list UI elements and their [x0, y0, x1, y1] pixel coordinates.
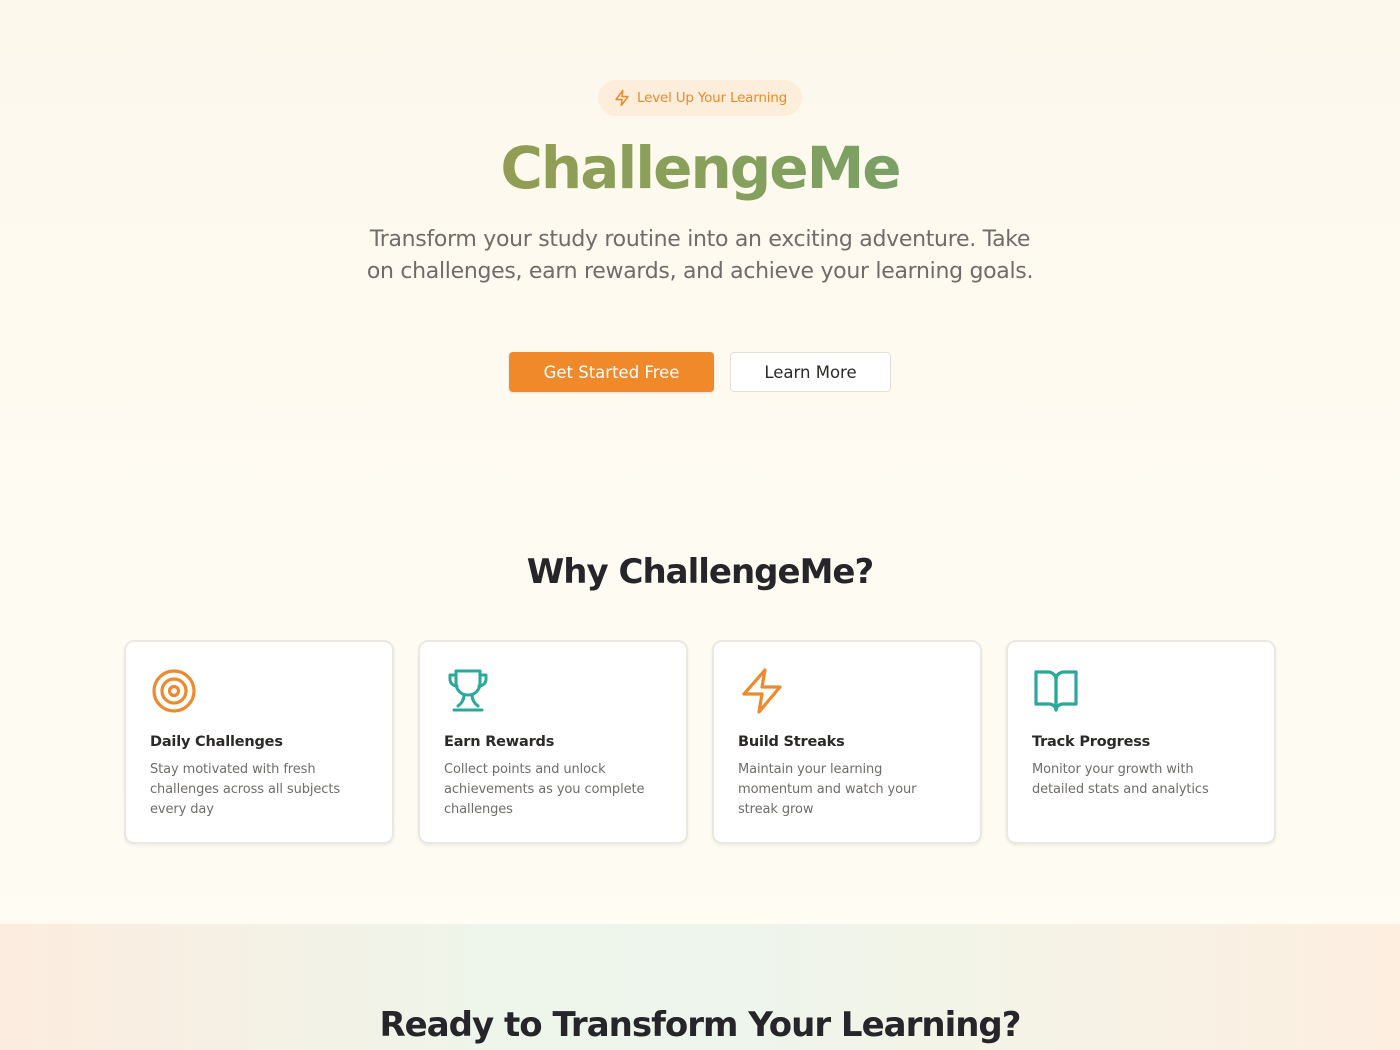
hero-subtitle: Transform your study routine into an exc…: [366, 227, 1034, 284]
lightning-icon: [613, 89, 631, 107]
feature-card-daily-challenges: Daily Challenges Stay motivated with fre…: [124, 640, 394, 844]
feature-card-build-streaks: Build Streaks Maintain your learning mom…: [712, 640, 982, 844]
hero-title: ChallengeMe: [0, 132, 1400, 204]
feature-card-title: Track Progress: [1032, 734, 1151, 750]
target-icon: [150, 666, 200, 716]
cta-heading: Ready to Transform Your Learning?: [379, 1005, 1022, 1045]
book-icon: [1032, 666, 1082, 716]
feature-card-title: Build Streaks: [738, 734, 845, 750]
feature-card-description: Monitor your growth with detailed stats …: [1032, 762, 1209, 797]
trophy-icon: [444, 666, 494, 716]
features-heading: Why ChallengeMe?: [526, 552, 874, 592]
learn-more-button[interactable]: Learn More: [730, 352, 891, 392]
get-started-button[interactable]: Get Started Free: [509, 352, 714, 392]
hero-badge-label: Level Up Your Learning: [637, 90, 787, 106]
feature-card-track-progress: Track Progress Monitor your growth with …: [1006, 640, 1276, 844]
hero-section: Level Up Your Learning ChallengeMe Trans…: [0, 0, 1400, 500]
hero-badge: Level Up Your Learning: [598, 80, 802, 116]
feature-card-description: Maintain your learning momentum and watc…: [738, 762, 917, 817]
cta-section: Ready to Transform Your Learning?: [0, 924, 1400, 1050]
feature-card-title: Daily Challenges: [150, 734, 283, 750]
feature-card-description: Collect points and unlock achievements a…: [444, 762, 645, 817]
feature-card-title: Earn Rewards: [444, 734, 555, 750]
feature-card-description: Stay motivated with fresh challenges acr…: [150, 762, 340, 817]
lightning-icon: [738, 666, 788, 716]
feature-card-earn-rewards: Earn Rewards Collect points and unlock a…: [418, 640, 688, 844]
